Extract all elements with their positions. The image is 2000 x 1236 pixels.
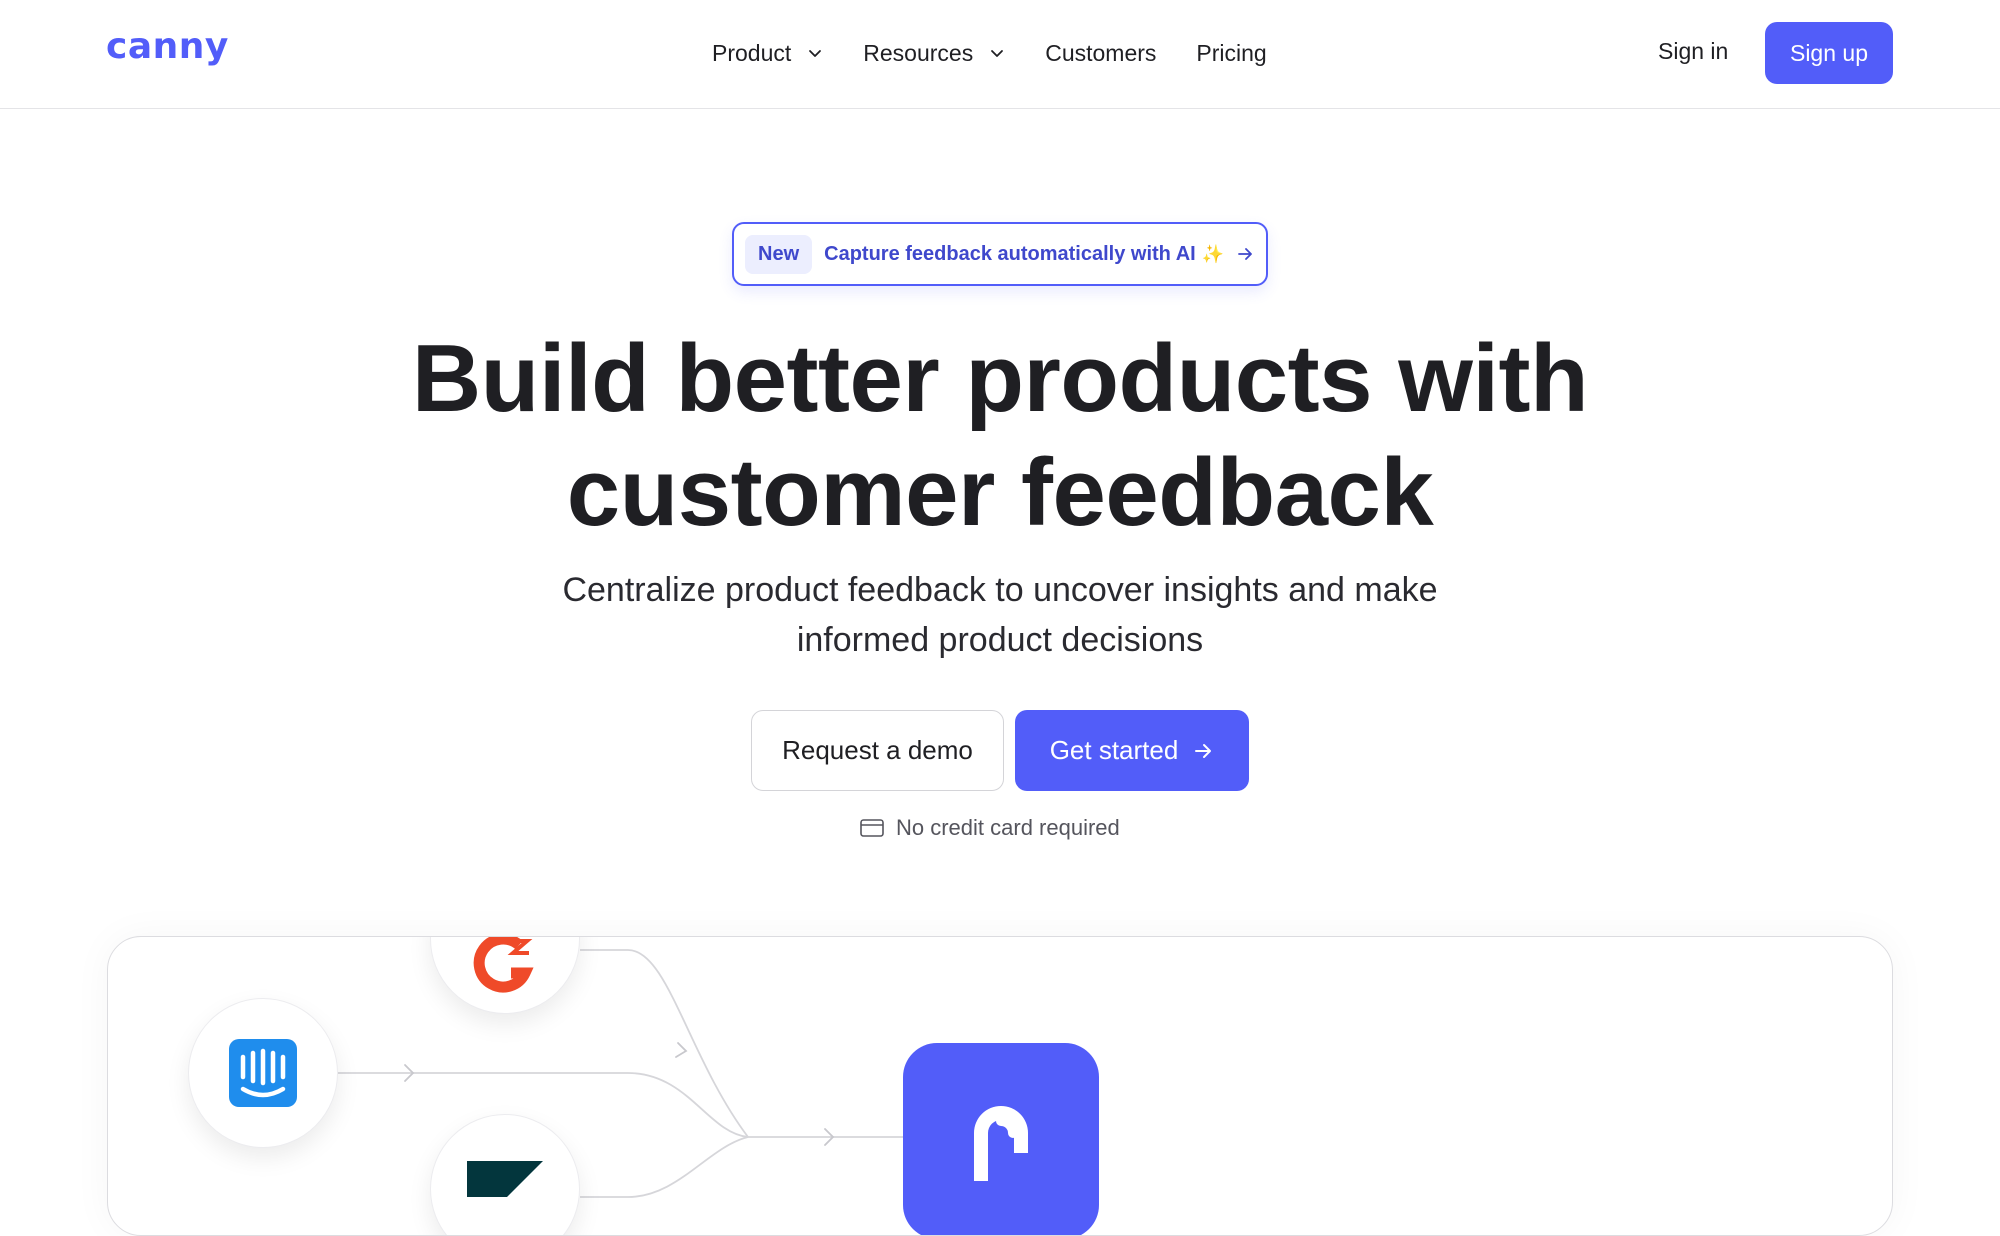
subhead-line-1: Centralize product feedback to uncover i… [562, 571, 1438, 609]
chevron-down-icon [809, 50, 822, 57]
sign-up-button[interactable]: Sign up [1765, 22, 1893, 84]
g2-icon [473, 937, 534, 993]
sign-in-link[interactable]: Sign in [1658, 38, 1728, 65]
integrations-panel [107, 936, 1893, 1236]
nav-product-label: Product [712, 39, 792, 66]
new-badge: New [745, 234, 813, 274]
credit-card-icon [860, 819, 884, 837]
no-credit-card-text: No credit card required [896, 815, 1120, 840]
arrow-right-icon [1238, 248, 1253, 260]
get-started-label: Get started [1049, 735, 1179, 765]
get-started-button[interactable]: Get started [1015, 710, 1249, 791]
nav-customers-label: Customers [1045, 39, 1157, 66]
nav-resources[interactable]: Resources [863, 40, 1005, 67]
chevron-down-icon [991, 50, 1004, 57]
site-header: canny Product Resources Customers Pricin… [0, 0, 2000, 109]
arrow-right-icon [1195, 743, 1212, 758]
canny-logo[interactable]: canny [106, 26, 229, 67]
main-nav: Product Resources Customers Pricing [712, 36, 1307, 70]
headline-line-2: customer feedback [566, 439, 1434, 546]
intercom-integration [188, 998, 338, 1148]
intercom-icon [229, 1039, 297, 1107]
no-credit-card-note: No credit card required [860, 815, 1120, 841]
request-demo-button[interactable]: Request a demo [751, 710, 1004, 791]
hero-subheading: Centralize product feedback to uncover i… [500, 565, 1500, 665]
headline-line-1: Build better products with [411, 325, 1589, 432]
subhead-line-2: informed product decisions [796, 621, 1204, 659]
nav-customers[interactable]: Customers [1045, 40, 1156, 67]
sparkle-icon: ✨ [1201, 243, 1225, 264]
canny-app-tile [903, 1043, 1099, 1235]
canny-app-icon [974, 1106, 1028, 1181]
nav-resources-label: Resources [863, 39, 974, 66]
zendesk-icon [467, 1161, 543, 1197]
announcement-banner[interactable]: New Capture feedback automatically with … [732, 222, 1268, 286]
announcement-text: Capture feedback automatically with AI [824, 242, 1196, 265]
hero-headline: Build better products with customer feed… [0, 322, 2000, 550]
nav-product[interactable]: Product [712, 40, 823, 67]
nav-pricing[interactable]: Pricing [1196, 40, 1266, 67]
nav-pricing-label: Pricing [1196, 39, 1267, 66]
